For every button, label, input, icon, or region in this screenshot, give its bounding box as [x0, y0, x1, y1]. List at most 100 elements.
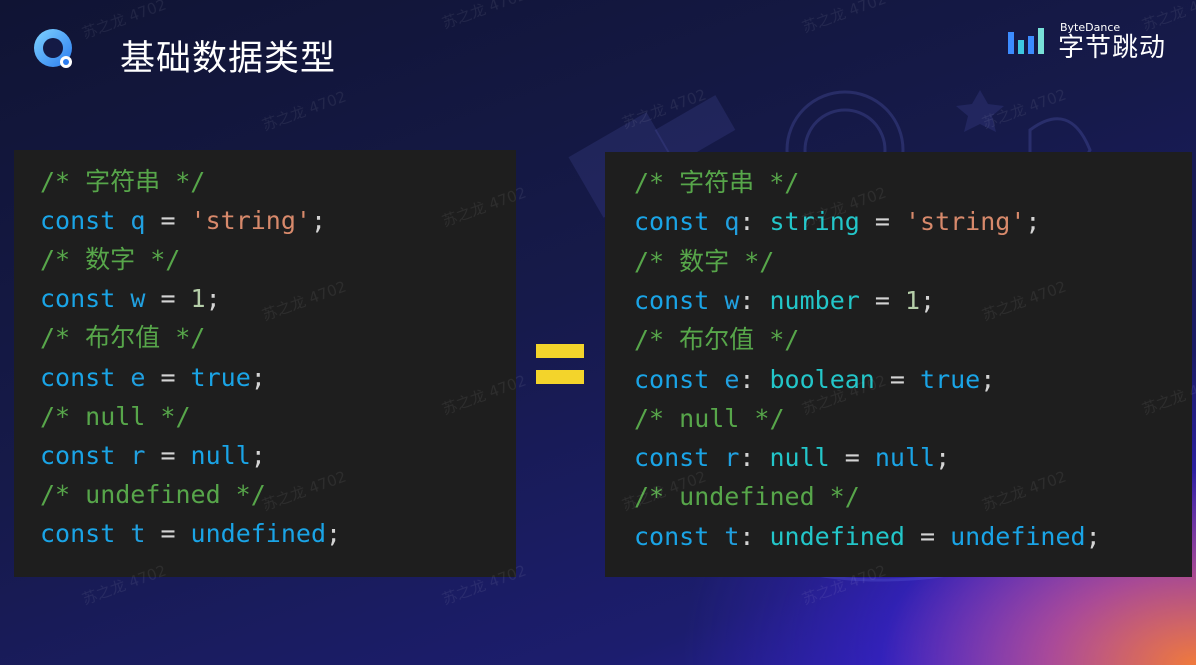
- code-line: const t = undefined;: [40, 519, 341, 549]
- code-token: ;: [250, 440, 266, 470]
- code-token: ;: [1025, 207, 1041, 237]
- code-token: r: [130, 440, 146, 470]
- code-token: /* 字符串 */: [634, 168, 800, 197]
- code-token: ;: [1085, 521, 1101, 551]
- code-token: /* 数字 */: [634, 246, 775, 276]
- code-token: /* null */: [40, 401, 191, 431]
- q-logo-icon: [34, 29, 72, 68]
- watermark: 苏之龙 4702: [439, 0, 529, 33]
- code-line: const t: undefined = undefined;: [634, 522, 1101, 552]
- code-token: q: [130, 206, 146, 236]
- code-token: number: [769, 285, 860, 315]
- code-token: ;: [205, 284, 221, 314]
- code-token: t: [724, 521, 740, 551]
- code-line: const w = 1;: [40, 284, 221, 314]
- code-line: /* null */: [634, 404, 785, 434]
- code-line: /* null */: [40, 402, 191, 432]
- code-token: 1: [190, 284, 206, 314]
- code-token: /* 数字 */: [40, 245, 181, 275]
- code-line: /* 数字 */: [634, 247, 774, 277]
- code-token: w: [130, 284, 146, 314]
- code-token: const: [40, 518, 116, 548]
- code-line: const r: null = null;: [634, 443, 950, 473]
- code-token: t: [130, 518, 146, 548]
- code-token: q: [724, 207, 740, 237]
- code-line: /* 字符串 */: [40, 167, 205, 197]
- code-line: const q = 'string';: [40, 206, 326, 236]
- code-token: w: [724, 285, 740, 315]
- code-token: :: [739, 207, 770, 237]
- code-token: undefined: [190, 518, 327, 548]
- code-token: =: [904, 521, 951, 551]
- code-line: /* 布尔值 */: [40, 323, 205, 353]
- bytedance-brand: ByteDance 字节跳动: [1008, 20, 1166, 64]
- code-token: null: [769, 443, 830, 473]
- watermark: 苏之龙 4702: [619, 85, 709, 133]
- watermark: 苏之龙 4702: [799, 0, 889, 37]
- code-token: ;: [935, 443, 951, 473]
- code-token: null: [874, 443, 936, 473]
- code-token: =: [145, 284, 191, 314]
- bytedance-logo-icon: [1008, 28, 1044, 54]
- code-token: =: [829, 443, 875, 473]
- code-token: =: [145, 518, 191, 548]
- code-token: r: [724, 443, 740, 473]
- code-token: =: [145, 206, 191, 236]
- code-token: ;: [920, 285, 936, 315]
- code-token: /* 布尔值 */: [634, 325, 800, 355]
- watermark: 苏之龙 4702: [979, 85, 1069, 133]
- code-line: /* 布尔值 */: [634, 325, 799, 355]
- brand-chinese: 字节跳动: [1058, 33, 1167, 63]
- code-token: const: [40, 362, 116, 392]
- code-token: ;: [250, 362, 266, 392]
- code-token: :: [739, 285, 770, 315]
- code-line: const e = true;: [40, 363, 266, 393]
- code-token: const: [634, 285, 710, 315]
- code-token: :: [739, 364, 770, 394]
- code-token: const: [40, 440, 116, 470]
- code-token: const: [40, 284, 116, 314]
- code-token: ;: [326, 518, 342, 548]
- code-line: /* undefined */: [40, 480, 266, 510]
- code-token: /* 字符串 */: [40, 167, 206, 196]
- code-token: =: [859, 207, 905, 237]
- page-title: 基础数据类型: [120, 39, 337, 79]
- code-line: const w: number = 1;: [634, 286, 935, 316]
- code-token: ;: [980, 364, 996, 394]
- code-token: null: [190, 440, 251, 470]
- code-token: e: [724, 364, 740, 394]
- equals-icon: [536, 344, 584, 384]
- code-token: =: [859, 285, 905, 315]
- code-token: =: [145, 440, 191, 470]
- code-token: const: [634, 364, 710, 394]
- code-token: true: [920, 364, 981, 394]
- code-token: 1: [904, 285, 921, 315]
- code-line: /* 字符串 */: [634, 168, 799, 198]
- code-token: true: [190, 362, 251, 392]
- watermark: 苏之龙 4702: [259, 87, 349, 135]
- code-token: const: [40, 206, 116, 236]
- typescript-code-panel: /* 字符串 */const q: string = 'string';/* 数…: [605, 152, 1192, 577]
- code-token: 'string': [190, 206, 311, 236]
- code-line: const r = null;: [40, 441, 266, 471]
- code-token: /* null */: [634, 403, 785, 433]
- code-token: const: [634, 207, 710, 237]
- code-token: /* 布尔值 */: [40, 323, 206, 353]
- code-token: :: [739, 521, 770, 551]
- code-line: const e: boolean = true;: [634, 365, 995, 395]
- code-token: const: [634, 521, 710, 551]
- code-token: 'string': [904, 207, 1026, 237]
- code-token: =: [145, 362, 191, 392]
- code-token: /* undefined */: [40, 479, 266, 509]
- code-line: /* 数字 */: [40, 245, 180, 275]
